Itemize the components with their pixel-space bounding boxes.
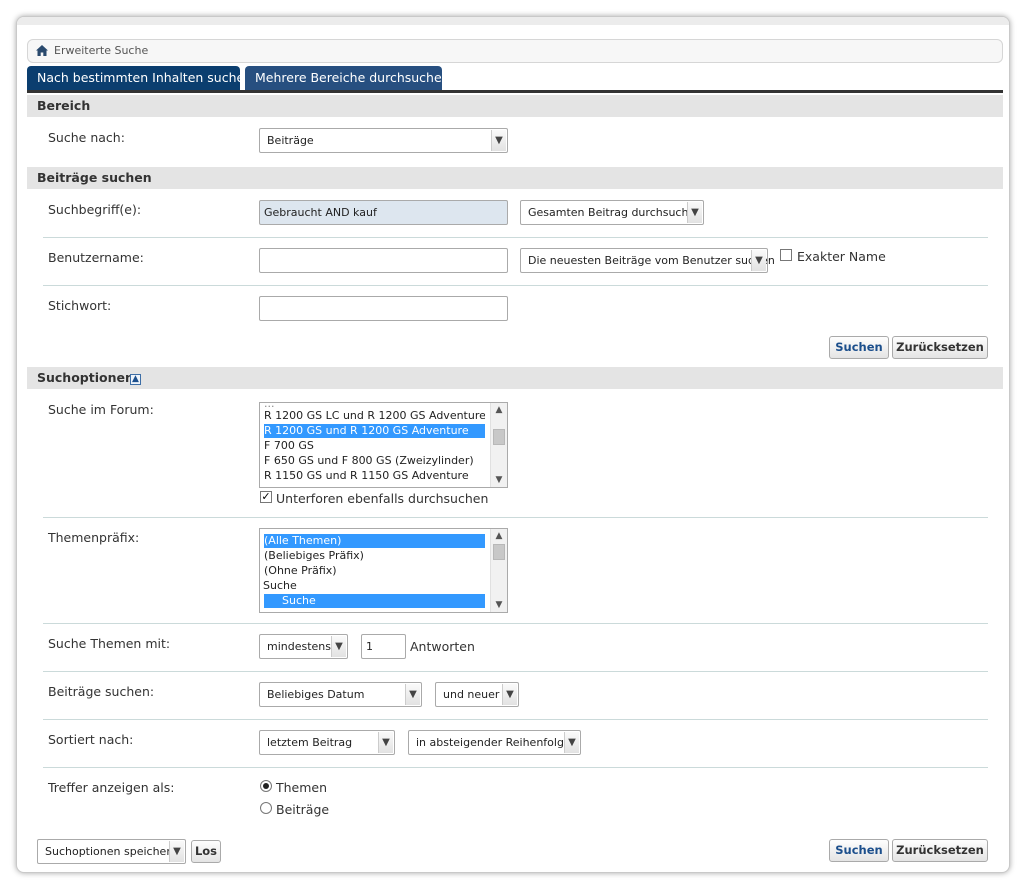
beitraege-suchen-label: Beiträge suchen: xyxy=(48,684,155,699)
chevron-down-icon: ▼ xyxy=(687,202,702,223)
radio-beitraege[interactable] xyxy=(260,802,272,814)
datum-direction-select[interactable]: und neuer ▼ xyxy=(435,682,519,707)
stichwort-label: Stichwort: xyxy=(48,298,112,313)
datum-value: Beliebiges Datum xyxy=(267,688,365,701)
row-separator xyxy=(43,719,988,720)
forum-list-item[interactable]: R 1150 GS und R 1150 GS Adventure xyxy=(264,469,485,483)
benutzer-mode-select[interactable]: Die neuesten Beiträge vom Benutzer suche… xyxy=(520,248,775,273)
sort-order-select[interactable]: in absteigender Reihenfolge ▼ xyxy=(408,730,581,755)
suchbegriff-input[interactable]: Gebraucht AND kauf xyxy=(259,200,508,225)
tab-mehrere-bereiche[interactable]: Mehrere Bereiche durchsuchen xyxy=(245,66,450,90)
unterforen-label: Unterforen ebenfalls durchsuchen xyxy=(276,491,489,506)
tab-divider xyxy=(27,90,1003,93)
suchen-button-footer[interactable]: Suchen xyxy=(829,839,889,862)
sortiert-nach-label: Sortiert nach: xyxy=(48,732,134,747)
benutzername-input[interactable] xyxy=(259,248,508,273)
zuruecksetzen-button[interactable]: Zurücksetzen xyxy=(892,336,988,359)
praefix-list-item[interactable]: (Ohne Präfix) xyxy=(264,564,485,578)
chevron-down-icon: ▼ xyxy=(751,250,766,271)
benutzer-mode-value: Die neuesten Beiträge vom Benutzer suche… xyxy=(528,254,775,267)
exakter-name-checkbox[interactable] xyxy=(780,249,792,261)
datum-direction-value: und neuer xyxy=(443,688,500,701)
section-beitraege-suchen: Beiträge suchen xyxy=(27,167,1003,189)
scroll-down-icon[interactable]: ▼ xyxy=(491,598,507,612)
collapse-icon[interactable]: ▲ xyxy=(130,374,141,385)
radio-beitraege-label: Beiträge xyxy=(276,802,330,817)
antworten-label: Antworten xyxy=(410,639,475,654)
breadcrumb: Erweiterte Suche xyxy=(27,39,1003,63)
suchbegriff-label: Suchbegriff(e): xyxy=(48,202,142,217)
datum-select[interactable]: Beliebiges Datum ▼ xyxy=(259,682,422,707)
chevron-down-icon: ▼ xyxy=(405,684,420,705)
chevron-down-icon: ▼ xyxy=(564,732,579,753)
praefix-list-item-selected[interactable]: (Alle Themen) xyxy=(264,534,485,548)
section-bereich: Bereich xyxy=(27,95,1003,117)
forum-listbox[interactable]: ... R 1200 GS LC und R 1200 GS Adventure… xyxy=(259,402,508,488)
radio-themen-label: Themen xyxy=(276,780,328,795)
row-separator xyxy=(43,767,988,768)
row-separator xyxy=(43,623,988,624)
praefix-list-item[interactable]: (Beliebiges Präfix) xyxy=(264,549,485,563)
row-separator xyxy=(43,285,988,286)
antworten-count-input[interactable]: 1 xyxy=(361,634,406,659)
chevron-down-icon: ▼ xyxy=(331,636,346,657)
breadcrumb-label[interactable]: Erweiterte Suche xyxy=(54,44,148,57)
search-scope-value: Gesamten Beitrag durchsuchen xyxy=(528,206,703,219)
los-button[interactable]: Los xyxy=(191,840,221,863)
scroll-thumb[interactable] xyxy=(493,429,505,445)
sort-field-select[interactable]: letztem Beitrag ▼ xyxy=(259,730,395,755)
row-separator xyxy=(43,517,988,518)
chevron-down-icon: ▼ xyxy=(502,684,517,705)
praefix-scrollbar[interactable]: ▲ ▼ xyxy=(490,529,507,612)
search-panel: Erweiterte Suche Nach bestimmten Inhalte… xyxy=(16,16,1010,873)
benutzername-label: Benutzername: xyxy=(48,250,144,265)
radio-themen[interactable] xyxy=(260,780,272,792)
themen-mode-value: mindestens xyxy=(267,640,332,653)
search-scope-select[interactable]: Gesamten Beitrag durchsuchen ▼ xyxy=(520,200,704,225)
exakter-name-label: Exakter Name xyxy=(797,249,886,264)
chevron-down-icon: ▼ xyxy=(491,130,506,151)
forum-scrollbar[interactable]: ▲ ▼ xyxy=(490,403,507,487)
suche-nach-select[interactable]: Beiträge ▼ xyxy=(259,128,508,153)
suchen-button[interactable]: Suchen xyxy=(829,336,889,359)
sort-order-value: in absteigender Reihenfolge xyxy=(416,736,571,749)
forum-list-item[interactable]: F 700 GS xyxy=(264,439,485,453)
scroll-up-icon[interactable]: ▲ xyxy=(491,529,507,543)
stichwort-input[interactable] xyxy=(259,296,508,321)
forum-list-item-selected[interactable]: R 1200 GS und R 1200 GS Adventure xyxy=(264,424,485,438)
suchoptionen-speichern-value: Suchoptionen speichern xyxy=(45,845,178,858)
suche-nach-label: Suche nach: xyxy=(48,130,125,145)
scroll-thumb[interactable] xyxy=(493,544,505,560)
scroll-down-icon[interactable]: ▼ xyxy=(491,473,507,487)
chevron-down-icon: ▼ xyxy=(378,732,393,753)
suche-themen-mit-label: Suche Themen mit: xyxy=(48,636,171,651)
praefix-listbox[interactable]: (Alle Themen) (Beliebiges Präfix) (Ohne … xyxy=(259,528,508,613)
praefix-group-label: Suche xyxy=(263,579,297,592)
tab-nach-bestimmten-inhalten[interactable]: Nach bestimmten Inhalten suchen xyxy=(27,66,252,90)
suchoptionen-speichern-select[interactable]: Suchoptionen speichern ▼ xyxy=(37,839,186,864)
chevron-down-icon: ▼ xyxy=(169,841,184,862)
section-suchoptionen-title: Suchoptionen xyxy=(37,370,134,385)
forum-list-item[interactable]: R 1200 GS LC und R 1200 GS Adventure LC xyxy=(264,409,485,423)
zuruecksetzen-button-footer[interactable]: Zurücksetzen xyxy=(892,839,988,862)
themenpraefix-label: Themenpräfix: xyxy=(48,530,140,545)
scroll-up-icon[interactable]: ▲ xyxy=(491,403,507,417)
suche-nach-value: Beiträge xyxy=(267,134,314,147)
section-suchoptionen: Suchoptionen xyxy=(27,367,1003,389)
top-strip xyxy=(17,17,1009,25)
row-separator xyxy=(43,671,988,672)
unterforen-checkbox[interactable]: ✓ xyxy=(260,491,272,503)
row-separator xyxy=(43,237,988,238)
forum-list-item[interactable]: F 650 GS und F 800 GS (Zweizylinder) xyxy=(264,454,485,468)
themen-mode-select[interactable]: mindestens ▼ xyxy=(259,634,348,659)
treffer-anzeigen-label: Treffer anzeigen als: xyxy=(48,780,175,795)
sort-field-value: letztem Beitrag xyxy=(267,736,353,749)
home-icon[interactable] xyxy=(36,45,48,56)
praefix-list-item-selected[interactable]: Suche xyxy=(264,594,485,608)
suche-im-forum-label: Suche im Forum: xyxy=(48,402,154,417)
